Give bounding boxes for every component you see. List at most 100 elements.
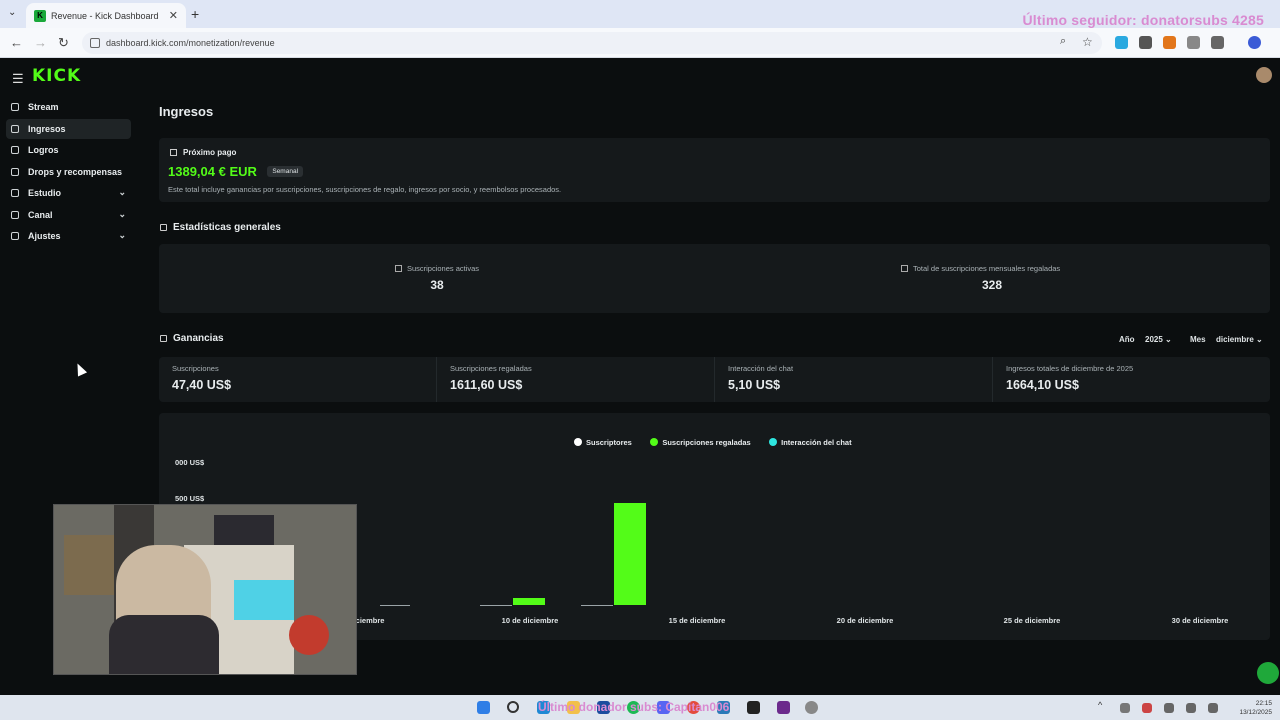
forward-icon[interactable]: → [34, 35, 47, 50]
kick-logo[interactable]: KICK [32, 66, 81, 86]
stream-overlay-bottom: Último donador subs: Capitan006 [538, 700, 730, 714]
next-payment-note: Este total incluye ganancias por suscrip… [168, 185, 562, 194]
channel-icon [11, 211, 19, 219]
studio-icon [11, 189, 19, 197]
calendar-icon [170, 149, 177, 156]
tab-search-icon[interactable]: ⌄ [8, 7, 16, 18]
legend-swatch [650, 438, 659, 446]
avatar[interactable] [1256, 67, 1272, 83]
earnings-title: Ganancias [160, 333, 224, 344]
chevron-down-icon: ⌄ [118, 187, 126, 197]
earnings-icon [160, 335, 167, 342]
floating-chat-icon[interactable] [1257, 662, 1279, 684]
year-select[interactable]: 2025 ⌄ [1145, 335, 1172, 344]
stats-icon [160, 224, 167, 231]
sidebar-item-canal[interactable]: Canal ⌄ [6, 205, 131, 225]
gift-icon [901, 265, 908, 272]
chart-bar[interactable] [513, 597, 545, 605]
earning-label: Interacción del chat [728, 364, 794, 373]
extensions-puzzle-icon[interactable] [1211, 36, 1224, 49]
section-title-label: Estadísticas generales [173, 222, 281, 233]
general-stats-card: Suscripciones activas 38 Total de suscri… [159, 244, 1270, 313]
sidebar-item-stream[interactable]: Stream [6, 97, 131, 117]
bookmark-star-icon[interactable]: ☆ [1082, 35, 1093, 49]
obs-icon[interactable] [747, 701, 760, 714]
legend-item[interactable]: Suscriptores [574, 438, 632, 447]
browser-tab[interactable]: K Revenue - Kick Dashboard ✕ [26, 3, 186, 28]
site-info-icon[interactable] [90, 38, 100, 48]
month-select[interactable]: diciembre ⌄ [1216, 335, 1263, 344]
metamask-icon[interactable] [1163, 36, 1176, 49]
earnings-summary: Suscripciones 47,40 US$ Suscripciones re… [159, 357, 1270, 402]
general-stats-title: Estadísticas generales [160, 222, 281, 233]
extension-icon[interactable] [1115, 36, 1128, 49]
windows-start-icon[interactable] [477, 701, 490, 714]
legend-label: Suscriptores [586, 437, 632, 447]
tray-icon[interactable] [1120, 703, 1130, 713]
x-tick-label: iciembre [353, 616, 385, 625]
app-icon[interactable] [777, 701, 790, 714]
streamer-shirt [109, 615, 219, 674]
sidebar-item-drops[interactable]: Drops y recompensas [6, 162, 131, 182]
gift-icon [11, 168, 19, 176]
next-payment-header: Próximo pago [170, 148, 236, 157]
revenue-icon [11, 125, 19, 133]
broadcast-icon [11, 103, 19, 111]
new-tab-icon[interactable]: + [191, 6, 199, 22]
plush-toy [289, 615, 329, 655]
next-payment-amount: 1389,04 € EUR [168, 164, 257, 179]
menu-icon[interactable]: ☰ [12, 71, 24, 87]
x-tick-label: 25 de diciembre [1003, 616, 1061, 625]
year-label: Año [1119, 335, 1135, 344]
earning-value: 1664,10 US$ [1006, 378, 1079, 392]
tray-chevron-icon[interactable]: ^ [1098, 700, 1111, 713]
stream-overlay-top: Último seguidor: donatorsubs 4285 [1022, 12, 1264, 28]
sidebar-item-estudio[interactable]: Estudio ⌄ [6, 183, 131, 203]
legend-item[interactable]: Interacción del chat [769, 437, 852, 447]
shelf-light [234, 580, 294, 620]
microphone-icon[interactable] [1164, 703, 1174, 713]
search-icon[interactable] [507, 701, 519, 713]
tray-icon[interactable] [1142, 703, 1152, 713]
chevron-down-icon: ⌄ [118, 230, 126, 240]
network-icon[interactable] [1186, 703, 1196, 713]
poster [214, 515, 274, 545]
sidebar-item-ajustes[interactable]: Ajustes ⌄ [6, 226, 131, 246]
back-icon[interactable]: ← [10, 35, 23, 50]
wall-art [64, 535, 114, 595]
address-bar[interactable]: dashboard.kick.com/monetization/revenue [82, 32, 1102, 54]
reload-icon[interactable]: ↻ [58, 35, 69, 51]
earning-value: 5,10 US$ [728, 378, 781, 392]
chart-bar[interactable] [614, 503, 646, 605]
active-subs-label-row: Suscripciones activas [389, 264, 485, 273]
volume-icon[interactable] [1208, 703, 1218, 713]
zoom-icon[interactable]: ⌕ [1060, 35, 1066, 48]
legend-swatch [769, 438, 778, 446]
clock-date: 13/12/2025 [1239, 709, 1272, 716]
settings-icon[interactable] [805, 701, 818, 714]
url-text: dashboard.kick.com/monetization/revenue [106, 38, 275, 48]
legend-label: Suscripciones regaladas [662, 437, 751, 447]
windows-taskbar: Último donador subs: Capitan006 ^ 22:15 … [0, 695, 1280, 720]
tab-title: Revenue - Kick Dashboard [51, 10, 159, 21]
clock-time: 22:15 [1255, 700, 1272, 707]
extension-icon[interactable] [1139, 36, 1152, 49]
close-tab-icon[interactable]: ✕ [169, 9, 178, 22]
sidebar-item-logros[interactable]: Logros [6, 140, 131, 160]
profile-icon[interactable] [1248, 36, 1261, 49]
sidebar-item-ingresos[interactable]: Ingresos [6, 119, 131, 139]
trophy-icon [11, 146, 19, 154]
earning-label: Suscripciones regaladas [450, 364, 532, 373]
extension-icon[interactable] [1187, 36, 1200, 49]
legend-item[interactable]: Suscripciones regaladas [650, 437, 751, 447]
x-tick-label: 20 de diciembre [836, 616, 894, 625]
earning-value: 47,40 US$ [172, 378, 232, 392]
sidebar-item-label: Logros [28, 145, 59, 155]
subs-icon [394, 265, 402, 272]
system-clock[interactable]: 22:15 13/12/2025 [1239, 699, 1272, 717]
sidebar-item-label: Ajustes [28, 231, 61, 241]
legend-label: Interacción del chat [781, 437, 852, 447]
chevron-down-icon: ⌄ [1165, 335, 1172, 344]
legend-swatch [574, 438, 582, 446]
active-subs-value: 38 [430, 278, 444, 292]
